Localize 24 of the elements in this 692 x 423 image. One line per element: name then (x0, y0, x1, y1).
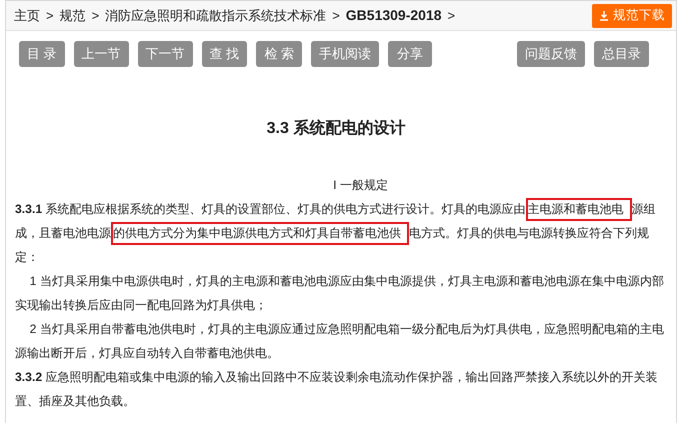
section-title: 3.3 系统配电的设计 (266, 118, 406, 139)
breadcrumb-separator: > (92, 6, 100, 25)
toolbar-button[interactable]: 总目录 (594, 41, 649, 67)
subsection-heading: I 一般规定 (332, 177, 389, 194)
toolbar-button[interactable]: 问题反馈 (517, 41, 585, 67)
breadcrumb-link[interactable]: 规范 (60, 6, 86, 26)
toolbar-button[interactable]: 查 找 (202, 41, 248, 67)
breadcrumb-link[interactable]: 主页 (14, 6, 40, 26)
toolbar-button[interactable]: 手机阅读 (310, 41, 379, 67)
toolbar-button[interactable]: 检 索 (256, 41, 302, 67)
breadcrumb-separator: > (46, 6, 54, 25)
toolbar-button[interactable]: 分享 (388, 41, 432, 67)
breadcrumb-separator: > (332, 6, 340, 25)
toolbar-button[interactable]: 目 录 (19, 41, 65, 67)
toolbar-button[interactable]: 上一节 (74, 41, 129, 67)
download-icon (599, 10, 609, 20)
list-item-paragraph: 1 当灯具采用集中电源供电时，灯具的主电源和蓄电池电源应由集中电源提供，灯具主电源和蓄电池电源在集中电源内部实现输出转换后应由同一配电回路为灯具供电； (15, 273, 665, 314)
standard-code: GB51309-2018 (346, 6, 442, 25)
list-item-paragraph: 2 当灯具采用自带蓄电池供电时，灯具的主电源应通过应急照明配电箱一级分配电后为灯具供电，应急照明配电箱的主电源输出断开后，灯具应自动转入自带蓄电池供电。 (15, 321, 665, 362)
breadcrumb-link[interactable]: 消防应急照明和疏散指示系统技术标准 (105, 6, 326, 26)
toolbar-button[interactable]: 下一节 (138, 41, 193, 67)
clause-paragraph: 3.3.2 应急照明配电箱或集中电源的输入及输出回路中不应装设剩余电流动作保护器，输出回路严禁接入系统以外的开关装置、插座及其他负载。 (15, 369, 658, 410)
download-button[interactable]: 规范下载 (592, 4, 672, 28)
breadcrumb-separator: > (448, 6, 456, 25)
